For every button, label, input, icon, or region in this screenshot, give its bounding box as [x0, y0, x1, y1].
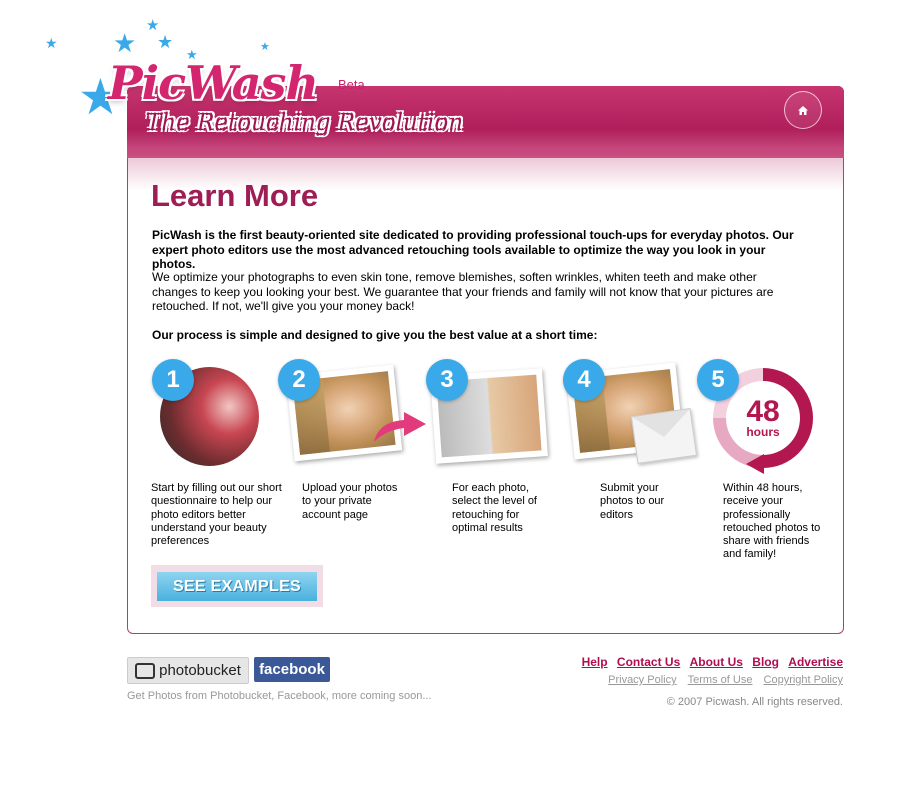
see-examples-button[interactable]: SEE EXAMPLES	[157, 572, 317, 601]
step-text: Upload your photos to your private accou…	[302, 482, 398, 521]
about-us-link[interactable]: About Us	[690, 655, 743, 669]
photobucket-button[interactable]: photobucket	[127, 657, 249, 684]
camera-icon	[135, 662, 156, 679]
refresh-arrow-icon	[746, 454, 764, 474]
arrow-icon	[374, 412, 426, 442]
step-text: For each photo, select the level of reto…	[452, 482, 537, 534]
star-icon: ★	[45, 36, 58, 52]
intro-bold-text: PicWash is the first beauty-oriented sit…	[152, 228, 794, 271]
contact-us-link[interactable]: Contact Us	[617, 655, 680, 669]
policy-links: Privacy Policy Terms of Use Copyright Po…	[600, 674, 843, 686]
terms-of-use-link[interactable]: Terms of Use	[688, 674, 753, 686]
tagline: The Retouching Revolution	[146, 110, 464, 136]
step-number: 3	[426, 359, 468, 401]
step-number: 2	[278, 359, 320, 401]
step-number: 5	[697, 359, 739, 401]
step-text: Submit your photos to our editors	[600, 482, 665, 521]
coming-soon-text: Get Photos from Photobucket, Facebook, m…	[127, 690, 432, 702]
home-icon	[798, 105, 808, 115]
process-heading: Our process is simple and designed to gi…	[152, 328, 598, 342]
step-text: Within 48 hours, receive your profession…	[723, 482, 821, 561]
star-icon: ★	[146, 16, 160, 34]
blog-link[interactable]: Blog	[752, 655, 779, 669]
copyright-text: © 2007 Picwash. All rights reserved.	[666, 696, 843, 708]
footer-links: Help Contact Us About Us Blog Advertise	[576, 655, 843, 669]
copyright-policy-link[interactable]: Copyright Policy	[764, 674, 843, 686]
clock-number: 48	[746, 395, 780, 428]
advertise-link[interactable]: Advertise	[788, 655, 843, 669]
page-title: Learn More	[151, 178, 319, 213]
facebook-button[interactable]: facebook	[254, 657, 330, 682]
photobucket-label: photobucket	[159, 662, 241, 679]
help-link[interactable]: Help	[582, 655, 608, 669]
intro-text: We optimize your photographs to even ski…	[152, 270, 774, 313]
envelope-icon	[630, 408, 698, 464]
star-icon: ★	[113, 29, 137, 59]
clock-label: 48 hours	[726, 381, 800, 455]
step-number: 1	[152, 359, 194, 401]
beta-label: Beta	[338, 77, 365, 92]
home-button[interactable]	[784, 91, 822, 129]
star-icon: ★	[260, 40, 270, 53]
step-number: 4	[563, 359, 605, 401]
privacy-policy-link[interactable]: Privacy Policy	[608, 674, 676, 686]
clock-unit: hours	[746, 425, 780, 439]
star-icon: ★	[157, 32, 174, 53]
step-text: Start by filling out our short questionn…	[151, 482, 282, 548]
logo[interactable]: PicWash	[108, 56, 319, 110]
